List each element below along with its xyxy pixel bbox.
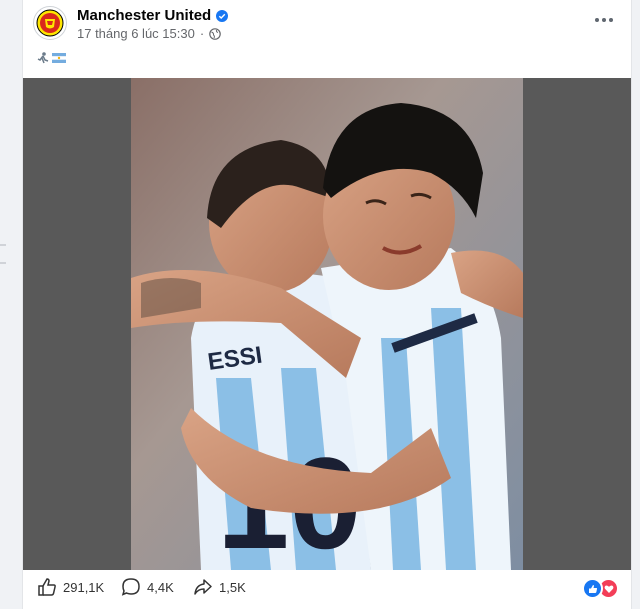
gutter-tick [0, 262, 6, 264]
dot [602, 18, 606, 22]
reactions-summary[interactable] [582, 578, 619, 599]
like-icon [582, 578, 603, 599]
feed-gutter [0, 0, 12, 609]
post-photo[interactable]: ESSI 10 [131, 78, 523, 570]
like-button[interactable]: 291,1K [37, 570, 104, 604]
like-count: 291,1K [63, 579, 105, 595]
post-header: Manchester United 17 tháng 6 lúc 15:30 · [23, 0, 631, 70]
post-caption [36, 52, 66, 64]
share-count: 1,5K [219, 579, 246, 595]
manchester-united-crest-icon [36, 9, 64, 37]
feed-post: Manchester United 17 tháng 6 lúc 15:30 · [22, 0, 632, 609]
thumbs-up-icon [38, 578, 56, 596]
share-button[interactable]: 1,5K [193, 570, 246, 604]
page-name-link[interactable]: Manchester United [77, 7, 211, 24]
running-person-icon [37, 52, 49, 64]
verified-badge-icon [216, 9, 229, 22]
post-meta: 17 tháng 6 lúc 15:30 · [77, 26, 221, 41]
football-players-embrace-photo: ESSI 10 [131, 78, 523, 570]
share-arrow-icon [194, 579, 212, 595]
dot [609, 18, 613, 22]
post-timestamp[interactable]: 17 tháng 6 lúc 15:30 [77, 26, 195, 41]
comment-button[interactable]: 4,4K [121, 570, 174, 604]
argentina-flag-icon [52, 53, 66, 63]
more-options-button[interactable] [591, 10, 617, 30]
post-footer: 291,1K 4,4K 1,5K [23, 570, 631, 609]
comment-count: 4,4K [147, 579, 174, 595]
page-name-row: Manchester United [77, 7, 229, 24]
comment-bubble-icon [121, 578, 140, 596]
gutter-tick [0, 244, 6, 246]
dot [595, 18, 599, 22]
page-avatar[interactable] [33, 6, 67, 40]
public-globe-icon [209, 27, 221, 40]
post-media[interactable]: ESSI 10 [23, 78, 631, 570]
